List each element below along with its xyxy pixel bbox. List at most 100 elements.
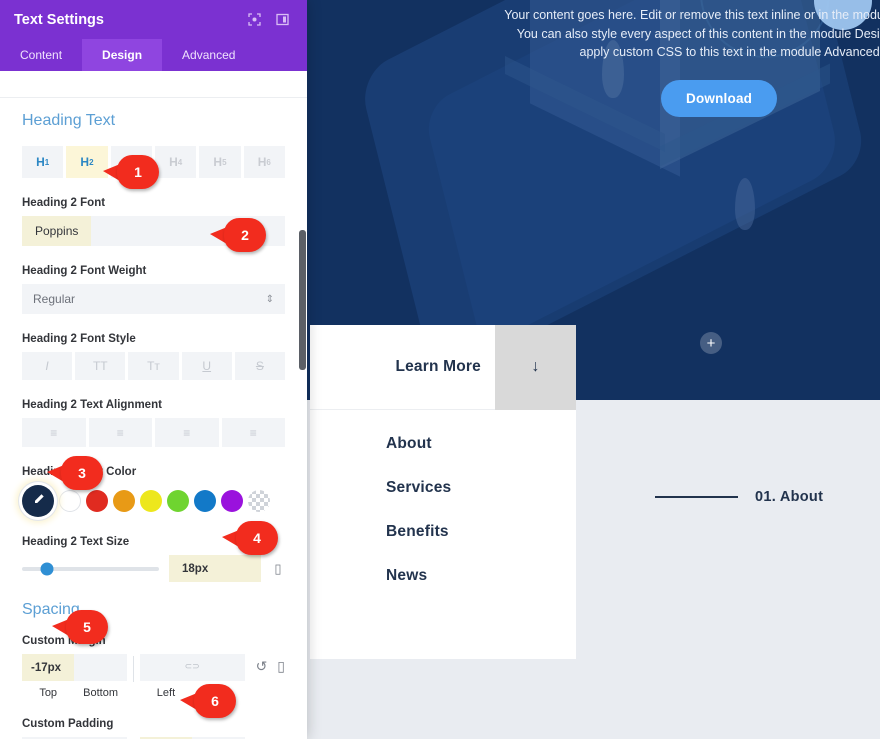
swatch-white[interactable]	[59, 490, 81, 512]
tab-content[interactable]: Content	[0, 39, 82, 71]
swatch-selected-navy[interactable]	[22, 485, 54, 517]
heading-level-h3[interactable]: H3	[110, 146, 152, 178]
swatch-transparent[interactable]	[248, 490, 270, 512]
text-settings-panel: Text Settings Content Design Advanced He…	[0, 0, 307, 739]
panel-title: Text Settings	[14, 11, 104, 28]
swatch-blue[interactable]	[194, 490, 216, 512]
heading-level-h6[interactable]: H6	[243, 146, 285, 178]
menu-card-header: Learn More ↓	[310, 324, 576, 410]
margin-device-icon[interactable]: ▯	[277, 658, 285, 675]
heading-level-h5[interactable]: H5	[199, 146, 241, 178]
heading-text-size-slider[interactable]	[22, 562, 159, 575]
swatch-green[interactable]	[167, 490, 189, 512]
download-button[interactable]: Download	[661, 80, 778, 117]
custom-margin-label: Custom Margin	[22, 635, 106, 647]
fullscreen-icon[interactable]	[243, 9, 265, 31]
margin-bottom-cell: Bottom	[74, 654, 127, 699]
heading-text-size-row: 18px ▯	[22, 555, 285, 582]
heading-font-style-group: Heading 2 Font Style I TT Tт U S	[22, 333, 286, 380]
h3-sub: 3	[133, 157, 138, 167]
h4-label: H	[169, 155, 178, 169]
align-left-icon[interactable]: ≡	[22, 418, 86, 447]
scroll-down-arrow-icon[interactable]: ↓	[495, 324, 576, 410]
margin-bottom-input[interactable]	[74, 654, 127, 681]
heading-level-group: H1 H2 H3 H4 H5 H6	[22, 146, 285, 178]
swatch-orange[interactable]	[113, 490, 135, 512]
menu-link-benefits[interactable]: Benefits	[310, 523, 576, 541]
heading-font-weight-select[interactable]: Regular ⇕	[22, 284, 285, 314]
margin-left-input[interactable]	[139, 654, 193, 681]
heading-font-value: Poppins	[22, 216, 92, 246]
heading-text-size-group: Heading 2 Text Size 18px ▯	[22, 536, 285, 582]
align-justify-icon[interactable]: ≡	[221, 418, 285, 447]
h2-label: H	[80, 155, 90, 169]
margin-left-right-pair: ⊂⊃ Left Right	[132, 654, 245, 699]
top-divider	[0, 97, 307, 98]
eyedropper-icon	[32, 493, 45, 509]
chevron-updown-icon: ⇕	[265, 293, 274, 305]
margin-left-cell: Left	[139, 654, 193, 699]
heading-text-color-label: Heading 2 Text Color	[22, 466, 137, 478]
margin-reset-icon[interactable]: ↺	[256, 658, 268, 675]
heading-text-alignment-label: Heading 2 Text Alignment	[22, 399, 162, 411]
hero-line-3: apply custom CSS to this text in the mod…	[579, 45, 880, 59]
margin-right-caption: Right	[205, 687, 232, 699]
underline-icon[interactable]: U	[181, 352, 232, 380]
heading-level-h1[interactable]: H1	[22, 146, 64, 178]
heading-font-select[interactable]: Poppins	[22, 216, 285, 246]
h4-sub: 4	[177, 157, 183, 167]
heading-text-size-input[interactable]: 18px	[169, 555, 261, 582]
responsive-device-icon[interactable]: ▯	[271, 561, 285, 577]
menu-card: Learn More ↓ About Services Benefits New…	[310, 324, 576, 659]
custom-padding-group: Custom Padding ⊂⊃ Top Bottom	[22, 718, 285, 739]
strikethrough-icon[interactable]: S	[234, 352, 286, 380]
margin-top-cell: -17px Top	[22, 654, 75, 699]
align-right-icon[interactable]: ≡	[155, 418, 219, 447]
margin-top-input[interactable]: -17px	[22, 654, 75, 681]
hero-line-1: Your content goes here. Edit or remove t…	[504, 8, 880, 22]
heading-font-group: Heading 2 Font Poppins	[22, 197, 285, 246]
panel-tabs: Content Design Advanced	[0, 39, 307, 71]
panel-header: Text Settings	[0, 0, 307, 39]
margin-left-caption: Left	[156, 687, 176, 699]
menu-links-list: About Services Benefits News	[310, 410, 576, 585]
align-center-icon[interactable]: ≡	[88, 418, 152, 447]
margin-top-caption: Top	[39, 687, 58, 699]
heading-font-weight-group: Heading 2 Font Weight Regular ⇕	[22, 265, 285, 314]
heading-font-style-label: Heading 2 Font Style	[22, 333, 136, 345]
slider-knob[interactable]	[40, 562, 54, 575]
h3-label: H	[124, 155, 134, 169]
panel-scrollbar[interactable]	[299, 230, 306, 370]
uppercase-icon[interactable]: TT	[75, 352, 126, 380]
swatch-red[interactable]	[86, 490, 108, 512]
heading-level-h2[interactable]: H2	[66, 146, 108, 178]
panel-body: Heading Text H1 H2 H3 H4 H 5 H 6 Heading…	[0, 71, 307, 739]
h2-sub: 2	[89, 157, 94, 167]
learn-more-label: Learn More	[395, 358, 481, 375]
tab-design[interactable]: Design	[82, 39, 163, 71]
menu-link-about[interactable]: About	[310, 435, 576, 453]
heading-level-h4[interactable]: H4	[154, 146, 197, 178]
heading-font-weight-value: Regular	[33, 292, 76, 306]
h1-sub: 1	[44, 157, 50, 167]
smallcaps-icon[interactable]: Tт	[128, 352, 179, 380]
heading-text-color-group: Heading 2 Text Color	[22, 466, 285, 517]
margin-tools: ↺ ▯	[256, 654, 285, 675]
swatch-yellow[interactable]	[140, 490, 162, 512]
italic-icon[interactable]: I	[22, 352, 73, 380]
margin-right-cell: Right	[192, 654, 245, 699]
menu-link-services[interactable]: Services	[310, 479, 576, 497]
about-label: 01. About	[755, 489, 824, 505]
swatch-purple[interactable]	[221, 490, 243, 512]
hero-line-2: You can also style every aspect of this …	[516, 26, 880, 41]
add-module-button[interactable]: +	[700, 332, 722, 354]
tab-advanced[interactable]: Advanced	[162, 39, 255, 71]
layout-icon[interactable]	[271, 9, 293, 31]
margin-right-input[interactable]	[192, 654, 245, 681]
heading-text-alignment-buttons: ≡ ≡ ≡ ≡	[22, 418, 285, 447]
heading-font-style-buttons: I TT Tт U S	[22, 352, 286, 380]
app-root: Your content goes here. Edit or remove t…	[0, 0, 880, 739]
menu-link-news[interactable]: News	[310, 567, 576, 585]
color-swatch-row	[22, 485, 285, 517]
custom-padding-label: Custom Padding	[22, 718, 114, 730]
